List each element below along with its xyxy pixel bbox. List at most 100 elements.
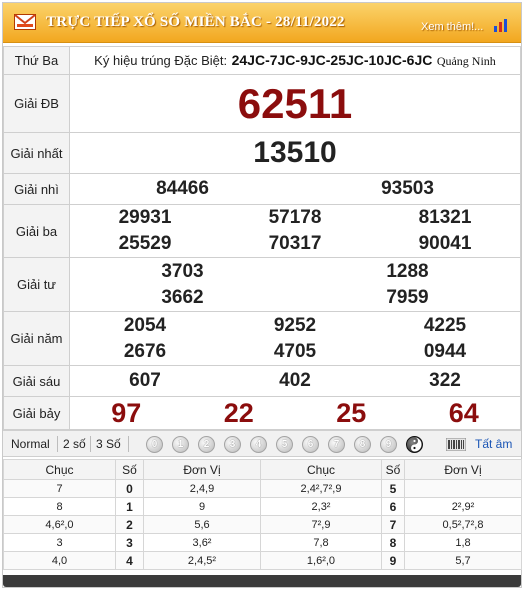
column-header: Đơn Vị — [404, 459, 522, 480]
digit-filter-button[interactable]: 1 — [172, 436, 189, 453]
prize-number: 9252 — [273, 314, 317, 336]
head-digit: 3 — [115, 533, 144, 552]
barcode-icon[interactable] — [446, 438, 466, 451]
prize-row-4: Giải tư 3703 1288 3662 7959 — [3, 257, 521, 312]
toolbar-divider — [128, 436, 129, 452]
three-digit-button[interactable]: 3 Số — [96, 437, 121, 451]
head-digit: 0 — [115, 479, 144, 498]
head-digit: 4 — [115, 551, 144, 570]
units-cell: 5,6 — [143, 515, 261, 534]
head-digit: 6 — [381, 497, 405, 516]
prize-number: 93503 — [381, 178, 434, 199]
see-more-link[interactable]: Xem thêm!... — [421, 21, 483, 33]
tens-cell: 3 — [3, 533, 116, 552]
units-cell: 2²,9² — [404, 497, 522, 516]
units-cell: 1,8 — [404, 533, 522, 552]
prize-row-2: Giải nhì 84466 93503 — [3, 173, 521, 205]
digit-filter-button[interactable]: 6 — [302, 436, 319, 453]
lottery-widget: TRỰC TIẾP XỔ SỐ MIỀN BẮC - 28/11/2022 Xe… — [2, 2, 522, 588]
prize-number: 84466 — [156, 178, 209, 199]
digit-filter-button[interactable]: 5 — [276, 436, 293, 453]
footer-bar — [3, 575, 521, 587]
prize-number: 607 — [129, 370, 161, 391]
prize-number: 90041 — [418, 233, 472, 254]
digit-filter-button[interactable]: 9 — [380, 436, 397, 453]
table-row: 3 3 3,6² 7,8 8 1,8 — [3, 533, 522, 552]
head-digit: 8 — [381, 533, 405, 552]
all-link[interactable]: Tất âm — [475, 437, 512, 451]
prize-number: 13510 — [253, 136, 337, 169]
table-row: 4,0 4 2,4,5² 1,6²,0 9 5,7 — [3, 551, 522, 570]
column-header: Chục — [3, 459, 116, 480]
prize-row-3: Giải ba 29931 57178 81321 25529 70317 90… — [3, 204, 521, 258]
prize-row-6: Giải sáu 607 402 322 — [3, 365, 521, 397]
tens-cell: 2,3² — [260, 497, 382, 516]
tens-cell: 1,6²,0 — [260, 551, 382, 570]
special-code-label: Ký hiệu trúng Đặc Biệt: — [94, 52, 228, 68]
units-cell: 9 — [143, 497, 261, 516]
mail-icon — [14, 14, 36, 30]
units-cell: 3,6² — [143, 533, 261, 552]
digit-filter-button[interactable]: 4 — [250, 436, 267, 453]
digit-filter-button[interactable]: 7 — [328, 436, 345, 453]
prize-label: Giải ba — [3, 204, 70, 258]
toolbar-divider — [90, 436, 91, 452]
tens-cell: 4,6²,0 — [3, 515, 116, 534]
prize-number: 25529 — [118, 233, 172, 254]
special-code: 24JC-7JC-9JC-25JC-10JC-6JC — [231, 51, 433, 68]
digit-filter-button[interactable]: 2 — [198, 436, 215, 453]
page-title: TRỰC TIẾP XỔ SỐ MIỀN BẮC - 28/11/2022 — [46, 14, 345, 30]
head-digit: 7 — [381, 515, 405, 534]
normal-button[interactable]: Normal — [11, 437, 50, 451]
units-cell — [404, 479, 522, 498]
head-digit: 1 — [115, 497, 144, 516]
loto-table: Chục Số Đơn Vị Chục Số Đơn Vị 7 0 2,4,9 … — [3, 459, 522, 570]
prize-label: Giải ĐB — [3, 74, 70, 133]
prize-number: 2054 — [123, 314, 167, 336]
head-digit: 2 — [115, 515, 144, 534]
tens-cell: 7 — [3, 479, 116, 498]
head-digit: 9 — [381, 551, 405, 570]
digit-filter-button[interactable]: 3 — [224, 436, 241, 453]
units-cell: 2,4,9 — [143, 479, 261, 498]
prize-number: 4225 — [423, 314, 467, 336]
results-table: Thứ Ba Ký hiệu trúng Đặc Biệt: 24JC-7JC-… — [3, 46, 521, 430]
prize-number: 2676 — [123, 340, 167, 362]
prize-label: Giải bảy — [3, 396, 70, 430]
province-name: Quảng Ninh — [436, 53, 496, 68]
digit-filter-button[interactable]: 0 — [146, 436, 163, 453]
units-cell: 0,5²,7²,8 — [404, 515, 522, 534]
all-digits-icon[interactable] — [406, 436, 423, 453]
prize-number: 57178 — [268, 207, 322, 228]
prize-number: 402 — [279, 370, 311, 391]
prize-number: 97 — [111, 398, 142, 428]
prize-number: 3703 — [161, 260, 204, 282]
prize-number: 0944 — [423, 340, 467, 362]
prize-row-db: Giải ĐB 62511 — [3, 74, 521, 133]
prize-number: 70317 — [268, 233, 322, 254]
chart-icon[interactable] — [493, 17, 511, 32]
loto-header-row: Chục Số Đơn Vị Chục Số Đơn Vị — [3, 459, 522, 480]
tens-cell: 8 — [3, 497, 116, 516]
prize-row-5: Giải năm 2054 9252 4225 2676 4705 0944 — [3, 311, 521, 366]
prize-row-1: Giải nhất 13510 — [3, 132, 521, 174]
column-header: Số — [381, 459, 405, 480]
prize-row-7: Giải bảy 97 22 25 64 — [3, 396, 521, 430]
two-digit-button[interactable]: 2 số — [63, 437, 86, 451]
prize-number: 64 — [448, 398, 479, 428]
widget-header: TRỰC TIẾP XỔ SỐ MIỀN BẮC - 28/11/2022 Xe… — [3, 3, 521, 43]
prize-label: Giải nhất — [3, 132, 70, 174]
units-cell: 2,4,5² — [143, 551, 261, 570]
day-label: Thứ Ba — [3, 46, 70, 75]
head-digit: 5 — [381, 479, 405, 498]
tens-cell: 2,4²,7²,9 — [260, 479, 382, 498]
prize-label: Giải nhì — [3, 173, 70, 205]
table-row: 8 1 9 2,3² 6 2²,9² — [3, 497, 522, 516]
display-toolbar: Normal 2 số 3 Số 0 1 2 3 4 5 6 7 8 9 Tất… — [3, 430, 521, 457]
units-cell: 5,7 — [404, 551, 522, 570]
prize-number: 25 — [336, 398, 367, 428]
toolbar-divider — [57, 436, 58, 452]
prize-number: 29931 — [118, 207, 172, 228]
digit-filter-button[interactable]: 8 — [354, 436, 371, 453]
yin-yang-icon — [411, 437, 422, 452]
